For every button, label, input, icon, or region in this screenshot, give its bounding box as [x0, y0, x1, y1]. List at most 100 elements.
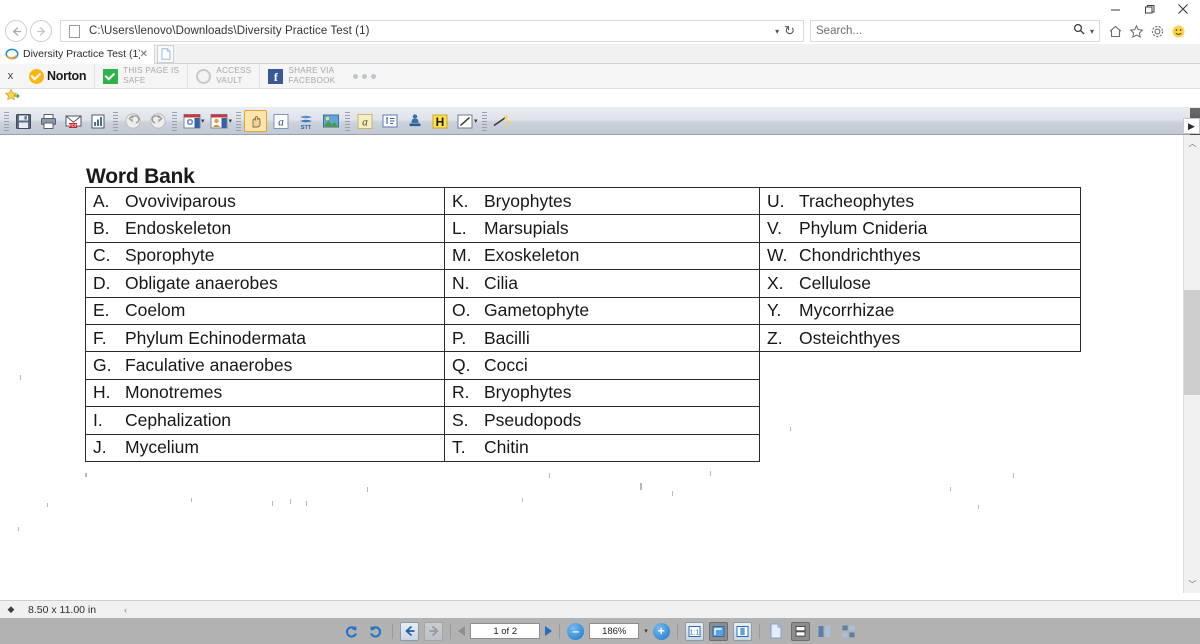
browser-tab-strip: Diversity Practice Test (1) ✕ — [0, 44, 1200, 64]
star-icon[interactable] — [1128, 23, 1145, 40]
zoom-out-button[interactable]: – — [567, 622, 585, 640]
previous-page-button[interactable] — [458, 626, 466, 636]
entry-letter: I. — [93, 409, 103, 430]
close-icon[interactable]: ✕ — [140, 49, 148, 60]
word-bank-entry: P. Bacilli — [445, 325, 759, 353]
word-bank-entry: N. Cilia — [445, 270, 759, 298]
norton-close-button[interactable]: x — [0, 70, 21, 82]
actual-size-icon[interactable]: 1:1 — [684, 621, 704, 641]
norton-share-facebook[interactable]: f SHARE VIA FACEBOOK — [259, 63, 343, 89]
scan-speck — [272, 501, 273, 506]
word-bank-entry: K. Bryophytes — [445, 188, 759, 216]
entry-word: Monotremes — [125, 382, 223, 403]
entry-word: Bryophytes — [484, 382, 572, 403]
scan-speck — [1013, 473, 1014, 478]
favorites-star-icon[interactable] — [4, 88, 20, 108]
page-number-field[interactable]: 1 of 2 — [470, 623, 541, 639]
url-input[interactable]: C:\Users\lenovo\Downloads\Diversity Prac… — [60, 20, 804, 42]
edit-pdf-button[interactable]: STT — [294, 110, 317, 132]
gear-icon[interactable] — [1149, 23, 1166, 40]
word-bank-entry: Q. Cocci — [445, 352, 759, 380]
chevron-down-icon[interactable]: ▾ — [644, 627, 648, 635]
scrollbar-thumb[interactable] — [1184, 290, 1200, 395]
print-button[interactable] — [37, 110, 60, 132]
email-pdf-button[interactable]: PDF — [62, 110, 85, 132]
entry-word: Obligate anaerobes — [125, 272, 278, 293]
save-button[interactable] — [12, 110, 35, 132]
back-button[interactable] — [5, 20, 27, 42]
browser-address-bar: C:\Users\lenovo\Downloads\Diversity Prac… — [0, 18, 1200, 44]
tab-diversity-practice-test[interactable]: Diversity Practice Test (1) ✕ — [0, 44, 155, 64]
split-view-button[interactable]: ▶ — [1183, 118, 1200, 134]
scan-speck — [950, 487, 951, 491]
fit-width-icon[interactable] — [732, 621, 752, 641]
text-edit-button[interactable]: a — [269, 110, 292, 132]
word-bank-column-2: K. Bryophytes L. Marsupials M. Exoskeleton … — [444, 187, 760, 462]
norton-more-button[interactable] — [343, 73, 377, 79]
search-icon[interactable] — [1073, 23, 1086, 39]
sticky-note-button[interactable] — [378, 110, 401, 132]
previous-view-button[interactable] — [400, 621, 420, 641]
search-input[interactable]: Search... ▾ — [810, 20, 1100, 42]
norton-page-safe-status[interactable]: THIS PAGE IS SAFE — [94, 63, 187, 89]
scroll-down-button[interactable]: ﹀ — [1184, 576, 1200, 593]
toolbar-grip[interactable] — [236, 111, 242, 131]
zoom-in-button[interactable]: + — [652, 622, 670, 640]
resize-handle-icon[interactable]: ◆ — [0, 604, 22, 615]
highlight-button[interactable]: H — [428, 110, 451, 132]
fit-page-icon[interactable] — [708, 621, 728, 641]
browser-action-icons — [1107, 23, 1187, 40]
refresh-icon[interactable]: ↻ — [784, 23, 799, 39]
tools-button[interactable] — [490, 110, 513, 132]
maximize-restore-button[interactable] — [1132, 0, 1166, 18]
toolbar-grip[interactable] — [172, 111, 177, 131]
chevron-down-icon[interactable]: ▾ — [1090, 27, 1094, 36]
new-tab-button[interactable] — [157, 45, 174, 63]
add-text-button[interactable]: a — [353, 110, 376, 132]
entry-letter: W. — [767, 245, 788, 266]
chevron-down-icon[interactable]: ▾ — [770, 27, 784, 36]
toolbar-grip[interactable] — [113, 111, 118, 131]
redo-button[interactable] — [146, 110, 169, 132]
entry-letter: T. — [452, 437, 466, 458]
entry-word: Phylum Cnideria — [799, 218, 928, 239]
norton-access-vault[interactable]: ACCESS VAULT — [187, 63, 259, 89]
forward-button[interactable] — [30, 20, 52, 42]
norton-logo[interactable]: Norton — [21, 64, 94, 89]
draw-line-button[interactable] — [453, 110, 476, 132]
word-bank-entry: E. Coelom — [86, 298, 444, 325]
undo-button[interactable] — [121, 110, 144, 132]
two-page-view-icon[interactable] — [815, 622, 834, 641]
word-bank-entry: V. Phylum Cnideria — [760, 215, 1080, 243]
entry-letter: J. — [93, 437, 107, 458]
entry-word: Pseudopods — [484, 409, 582, 430]
home-icon[interactable] — [1107, 23, 1124, 40]
create-pdf-button[interactable] — [180, 110, 203, 132]
close-window-button[interactable] — [1166, 0, 1200, 18]
collapse-panel-button[interactable]: ‹ — [124, 605, 127, 615]
word-bank-entry: D. Obligate anaerobes — [86, 270, 444, 298]
next-view-button[interactable] — [424, 621, 444, 641]
vertical-scrollbar[interactable]: ▶ ︿ ﹀ — [1183, 118, 1200, 593]
toolbar-grip[interactable] — [345, 111, 351, 131]
edit-image-button[interactable] — [319, 110, 342, 132]
stamp-button[interactable] — [403, 110, 426, 132]
single-page-icon[interactable] — [767, 622, 786, 641]
select-tool-button[interactable] — [244, 110, 268, 132]
entry-letter: M. — [452, 245, 472, 266]
continuous-scroll-icon[interactable] — [790, 621, 810, 641]
toolbar-grip[interactable] — [4, 111, 9, 131]
entry-letter: S. — [452, 409, 469, 430]
combine-files-button[interactable] — [208, 110, 231, 132]
zoom-level-field[interactable]: 186% — [589, 623, 640, 639]
rotate-counterclockwise-icon[interactable] — [342, 622, 361, 641]
two-page-scroll-icon[interactable] — [839, 622, 858, 641]
next-page-button[interactable] — [545, 626, 553, 636]
rotate-clockwise-icon[interactable] — [366, 622, 385, 641]
minimize-button[interactable] — [1098, 0, 1132, 18]
toolbar-grip[interactable] — [481, 111, 487, 131]
scroll-up-button[interactable]: ︿ — [1184, 135, 1200, 152]
share-button[interactable] — [87, 110, 110, 132]
entry-word: Marsupials — [484, 218, 569, 239]
smiley-icon[interactable] — [1170, 23, 1187, 40]
